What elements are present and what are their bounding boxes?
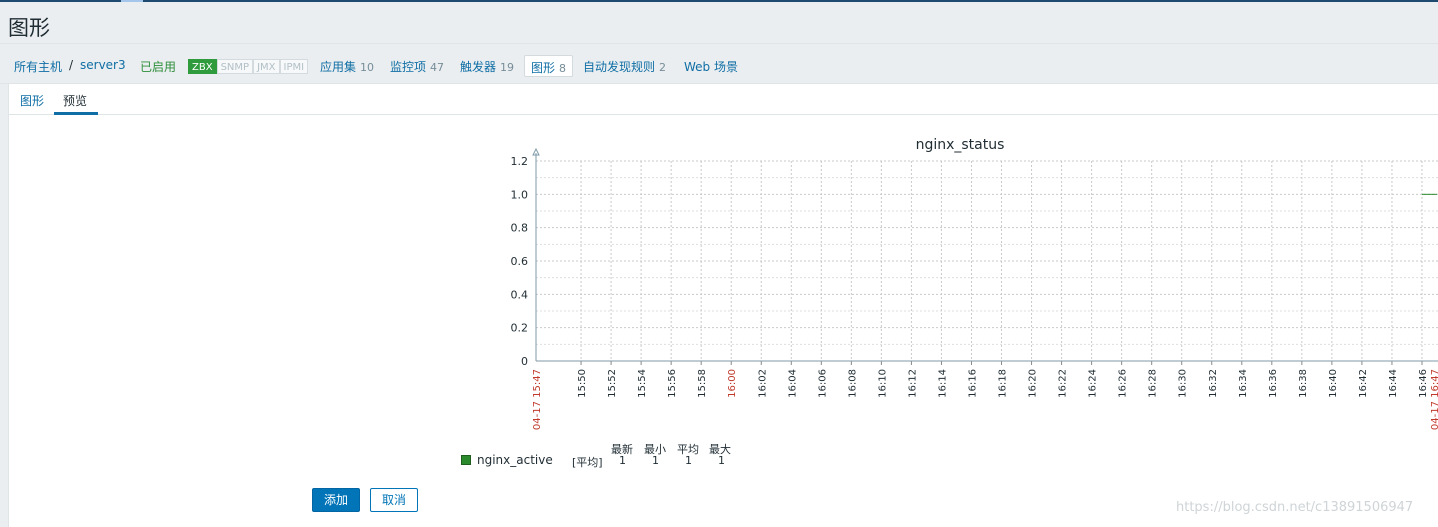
x-tick-label: 16:24 [1088, 369, 1099, 398]
chart-axes: 0 0.2 0.4 0.6 0.8 1.0 1.2 15:50 15:52 15:54 15:56 1… [511, 147, 1438, 430]
legend-function: [平均] [572, 456, 603, 469]
x-tick-label: 15:52 [607, 369, 618, 398]
chart-grid [536, 160, 1438, 361]
x-tick-label: 16:44 [1388, 369, 1399, 398]
nav-applications-label: 应用集 [320, 60, 357, 74]
tab-graph[interactable]: 图形 [20, 92, 44, 109]
y-tick-label: 1.2 [511, 155, 529, 168]
nav-host-link[interactable]: server3 [80, 58, 126, 72]
nav-triggers-link[interactable]: 触发器 19 [460, 58, 514, 75]
page-title: 图形 [8, 16, 50, 40]
x-end-label: 04-17 16:47 [1430, 369, 1438, 430]
x-tick-label: 15:54 [637, 369, 648, 398]
y-tick-label: 0 [521, 355, 528, 368]
graph-preview-chart: nginx_status 0 0.2 0.4 0.6 0.8 1.0 1.2 15:50 15:… [511, 137, 1438, 430]
x-tick-label: 16:14 [937, 369, 948, 398]
zbx-badge: ZBX [188, 59, 217, 74]
x-tick-label: 16:38 [1298, 369, 1309, 398]
x-tick-label: 16:46 [1418, 369, 1429, 398]
watermark-text: https://blog.csdn.net/c13891506947 [1176, 500, 1414, 515]
x-tick-label: 16:30 [1178, 369, 1189, 398]
x-tick-label: 16:04 [787, 369, 798, 398]
nav-discovery-link[interactable]: 自动发现规则 2 [583, 58, 666, 75]
nav-items-count: 47 [430, 61, 445, 74]
tab-bar: 图形 预览 [9, 84, 1438, 115]
y-tick-label: 0.2 [511, 322, 529, 335]
availability-badges: ZBX SNMP JMX IPMI [188, 59, 309, 74]
top-accent-bar [0, 0, 1438, 2]
y-tick-label: 0.8 [511, 222, 529, 235]
nav-web-scenarios-link[interactable]: Web 场景 [684, 58, 738, 75]
x-tick-label: 16:36 [1268, 369, 1279, 398]
legend-value-max: 1 [718, 454, 725, 467]
nav-triggers-count: 19 [500, 61, 515, 74]
x-tick-label: 16:22 [1058, 369, 1069, 398]
x-start-label: 04-17 15:47 [532, 369, 543, 430]
active-tab-indicator [54, 112, 98, 115]
x-tick-label: 16:34 [1238, 369, 1249, 398]
legend-item-name: nginx_active [477, 453, 553, 467]
nav-discovery-count: 2 [659, 61, 667, 74]
x-tick-label: 16:18 [998, 369, 1009, 398]
legend-value-last: 1 [619, 454, 626, 467]
x-tick-label: 16:16 [967, 369, 978, 398]
x-tick-label: 16:32 [1208, 369, 1219, 398]
x-tick-label: 16:42 [1358, 369, 1369, 398]
legend-value-min: 1 [652, 454, 659, 467]
legend-color-swatch [461, 455, 471, 465]
x-tick-label: 16:12 [907, 369, 918, 398]
jmx-badge: JMX [253, 59, 280, 74]
nav-discovery-label: 自动发现规则 [583, 60, 656, 74]
nav-applications-link[interactable]: 应用集 10 [320, 58, 374, 75]
nav-graphs-link[interactable]: 图形 8 [524, 55, 574, 77]
nav-triggers-label: 触发器 [460, 60, 497, 74]
host-navigation-bar: 所有主机 / server3 已启用 ZBX SNMP JMX IPMI 应用集… [0, 43, 1438, 84]
add-button[interactable]: 添加 [312, 488, 360, 512]
x-tick-label: 16:00 [727, 369, 738, 398]
y-tick-label: 1.0 [511, 188, 529, 201]
nav-graphs-label: 图形 [531, 61, 556, 75]
nav-all-hosts-link[interactable]: 所有主机 [14, 58, 62, 75]
y-tick-label: 0.4 [511, 288, 529, 301]
nav-graphs-count: 8 [559, 62, 567, 75]
chart-title: nginx_status [916, 137, 1005, 153]
x-tick-label: 16:06 [817, 369, 828, 398]
x-tick-label: 16:20 [1028, 369, 1039, 398]
y-tick-label: 0.6 [511, 255, 529, 268]
nav-items-label: 监控项 [390, 60, 427, 74]
host-status-enabled[interactable]: 已启用 [140, 58, 176, 75]
snmp-badge: SNMP [216, 59, 254, 74]
x-tick-label: 16:08 [847, 369, 858, 398]
ipmi-badge: IPMI [279, 59, 309, 74]
top-accent-highlight [121, 0, 143, 2]
x-tick-label: 15:50 [577, 369, 588, 398]
x-tick-label: 16:26 [1118, 369, 1129, 398]
nav-applications-count: 10 [360, 61, 375, 74]
x-tick-label: 15:56 [667, 369, 678, 398]
breadcrumb-separator: / [69, 58, 74, 72]
nav-items-link[interactable]: 监控项 47 [390, 58, 444, 75]
x-tick-label: 16:28 [1148, 369, 1159, 398]
tab-preview[interactable]: 预览 [63, 92, 87, 109]
cancel-button[interactable]: 取消 [370, 488, 418, 512]
x-tick-label: 16:02 [757, 369, 768, 398]
legend-value-avg: 1 [685, 454, 692, 467]
graph-form-panel: 图形 预览 nginx_status 0 0.2 0.4 0.6 0.8 1.0 1.2 15… [8, 84, 1438, 527]
x-tick-label: 16:40 [1328, 369, 1339, 398]
x-tick-label: 16:10 [877, 369, 888, 398]
x-tick-label: 15:58 [697, 369, 708, 398]
